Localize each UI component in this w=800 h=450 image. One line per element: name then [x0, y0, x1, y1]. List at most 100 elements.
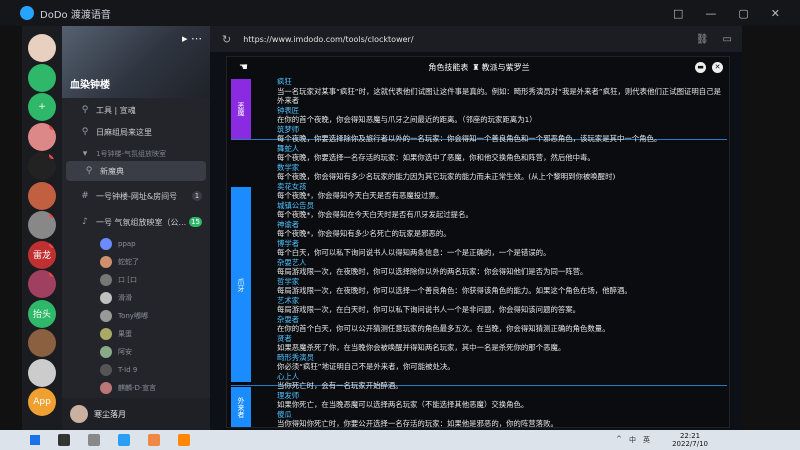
- url-text[interactable]: https://www.imdodo.com/tools/clocktower/: [243, 35, 413, 44]
- role-entry: 疯狂 当一名玩家对某事“疯狂”时，这就代表他们试图让这件事是真的。例如：畸形秀演员…: [277, 77, 727, 106]
- voice-member[interactable]: ppap: [100, 236, 136, 252]
- browser-main: ↻ https://www.imdodo.com/tools/clocktowe…: [210, 26, 742, 430]
- server-icon[interactable]: [28, 181, 56, 210]
- member-name: T-Id 9: [118, 366, 138, 374]
- edge-icon[interactable]: [118, 434, 130, 446]
- member-avatar: [100, 382, 112, 394]
- ime-indicator[interactable]: 中: [629, 435, 636, 445]
- channel-type-icon: ⚲: [85, 166, 93, 176]
- role-list: 疯狂 当一名玩家对某事“疯狂”时，这就代表他们试图让这件事是真的。例如：畸形秀演员…: [277, 77, 727, 428]
- chrome-icon[interactable]: [148, 434, 160, 446]
- unread-dot: [49, 270, 56, 277]
- channel-type-icon: #: [81, 191, 89, 201]
- member-name: 滑滑: [118, 294, 132, 302]
- role-entry: 钟表匠 在你的首个夜晚，你会得知恶魔与爪牙之间最近的距离。（邻座的玩家距离为1）: [277, 106, 727, 125]
- server-icon[interactable]: 抬头: [28, 299, 56, 328]
- window-mode-button[interactable]: □: [673, 7, 683, 20]
- close-button[interactable]: ✕: [771, 7, 780, 20]
- server-icon[interactable]: App: [28, 388, 56, 416]
- channel-type-icon: ▾: [82, 149, 88, 159]
- channel-item[interactable]: ⚲ 新魔典: [66, 161, 206, 181]
- unread-badge: 1: [192, 191, 202, 201]
- member-name: Tony嘟嘟: [118, 312, 148, 320]
- role-name: 杂耍者: [277, 314, 300, 324]
- ime-lang[interactable]: 英: [643, 435, 650, 445]
- role-description: 每个白天，你可以私下询问说书人以得知两条信息：一个是正确的，一个是错误的。: [277, 248, 551, 257]
- role-entry: 理发师 如果你死亡，在当晚恶魔可以选择两名玩家（不能选择其他恶魔）交换角色。: [277, 391, 727, 410]
- unread-dot: [49, 240, 56, 248]
- voice-member[interactable]: Tony嘟嘟: [100, 308, 148, 324]
- hand-icon: ☚: [239, 61, 248, 73]
- server-icon[interactable]: 雷龙: [28, 240, 56, 269]
- maximize-button[interactable]: ▢: [738, 7, 748, 20]
- outsider-band: 外来者: [231, 387, 251, 427]
- minimize-modal-icon[interactable]: ▬: [695, 61, 706, 73]
- voice-member[interactable]: 滑滑: [100, 290, 132, 306]
- role-name: 数学家: [277, 162, 300, 172]
- role-entry: 数学家 每个夜晚，你会得知有多少名玩家的能力因为其它玩家的能力而未正常生效。(从上…: [277, 163, 727, 182]
- server-icon[interactable]: [28, 270, 56, 298]
- voice-member[interactable]: 麒麟-D·宣言: [100, 380, 156, 396]
- voice-member[interactable]: 口 [口: [100, 272, 137, 288]
- server-icon[interactable]: [28, 122, 56, 151]
- server-icon[interactable]: [28, 34, 56, 62]
- server-icon[interactable]: [28, 329, 56, 357]
- member-name: ppap: [118, 240, 136, 248]
- task-view-icon[interactable]: [88, 434, 100, 446]
- role-name: 理发师: [277, 390, 300, 400]
- server-icon[interactable]: [28, 63, 56, 92]
- member-avatar: [100, 364, 112, 376]
- search-icon[interactable]: [58, 434, 70, 446]
- role-description: 在你的首个夜晚，你会得知恶魔与爪牙之间最近的距离。（邻座的玩家距离为1）: [277, 115, 537, 124]
- member-avatar: [100, 274, 112, 286]
- role-name: 艺术家: [277, 295, 300, 305]
- voice-member[interactable]: 蛇蛇了: [100, 254, 139, 270]
- role-description: 每个夜晚*，你会得知有多少名死亡的玩家是邪恶的。: [277, 229, 451, 238]
- channel-item[interactable]: # 一号钟楼-网址&房间号 1: [62, 186, 210, 206]
- voice-member[interactable]: T-Id 9: [100, 362, 137, 378]
- clock[interactable]: 22:21 2022/7/10: [672, 432, 708, 448]
- role-description: 每个夜晚，你要选择除你及旅行者以外的一名玩家：你会得知一个善良角色和一个邪恶角色…: [277, 134, 662, 143]
- role-description: 在你的首个白天，你可以公开猜测任意玩家的角色最多五次。在当晚，你会得知猜测正确的…: [277, 324, 610, 333]
- refresh-icon[interactable]: ↻: [222, 33, 231, 46]
- tray-arrow-icon[interactable]: ^: [616, 435, 622, 445]
- role-entry: 舞蛇人 每个夜晚，你要选择一名存活的玩家：如果你选中了恶魔，你和他交换角色和阵营，…: [277, 144, 727, 163]
- window-icon[interactable]: ▭: [723, 34, 732, 45]
- role-description: 你必须“疯狂”地证明自己不是外来者，你可能被处决。: [277, 362, 455, 371]
- server-name: 血染钟楼: [70, 80, 110, 91]
- role-entry: 杂耍者 在你的首个白天，你可以公开猜测任意玩家的角色最多五次。在当晚，你会得知猜测…: [277, 315, 727, 334]
- system-tray: ^ 中 英: [616, 435, 650, 445]
- user-avatar[interactable]: [70, 405, 88, 423]
- member-avatar: [100, 292, 112, 304]
- voice-member[interactable]: 阿安: [100, 344, 132, 360]
- channel-item[interactable]: ⚲ 工具 | 宣魂: [62, 100, 210, 120]
- voice-member[interactable]: 果蛋: [100, 326, 132, 342]
- server-icon[interactable]: +: [28, 93, 56, 121]
- server-menu-icon[interactable]: ▸ ⋯: [182, 32, 202, 45]
- os-taskbar: ^ 中 英 22:21 2022/7/10: [0, 430, 800, 450]
- server-icon[interactable]: [28, 358, 56, 387]
- minion-band: 爪牙: [231, 187, 251, 382]
- role-name: 杂耍艺人: [277, 257, 307, 267]
- server-icon[interactable]: [28, 152, 56, 180]
- window-titlebar: DoDo 渡渡语音 □ — ▢ ✕: [0, 0, 800, 26]
- app-icon[interactable]: [178, 434, 190, 446]
- modal-header: ☚ 角色技能表 ♜ 教派与紫罗兰 ▬ ✕: [227, 57, 731, 77]
- role-entry: 畸形秀演员 你必须“疯狂”地证明自己不是外来者，你可能被处决。: [277, 353, 727, 372]
- channel-item[interactable]: ♪ 一号 气氛组放映室（公... 15: [62, 212, 210, 232]
- role-entry: 卖花女孩 每个夜晚*，你会得知今天白天是否有恶魔投过票。: [277, 182, 727, 201]
- link-icon[interactable]: ⛓: [696, 34, 709, 45]
- server-banner: ▸ ⋯ 血染钟楼: [62, 26, 210, 98]
- role-description: 如果恶魔杀死了你，在当晚你会被唤醒并得知两名玩家，其中一名是杀死你的那个恶魔。: [277, 343, 566, 352]
- server-label: 雷龙: [32, 251, 51, 261]
- minimize-button[interactable]: —: [705, 7, 716, 20]
- dodo-logo-icon: [20, 6, 34, 20]
- channel-item[interactable]: ⚲ 日麻组局来这里: [62, 122, 210, 142]
- close-modal-icon[interactable]: ✕: [712, 61, 723, 73]
- role-description: 如果你死亡，在当晚恶魔可以选择两名玩家（不能选择其他恶魔）交换角色。: [277, 400, 529, 409]
- unread-badge: 15: [189, 217, 202, 227]
- app-title: DoDo 渡渡语音: [40, 9, 111, 21]
- server-icon[interactable]: [28, 211, 56, 239]
- role-name: 博学者: [277, 238, 300, 248]
- windows-start-icon[interactable]: [30, 435, 40, 445]
